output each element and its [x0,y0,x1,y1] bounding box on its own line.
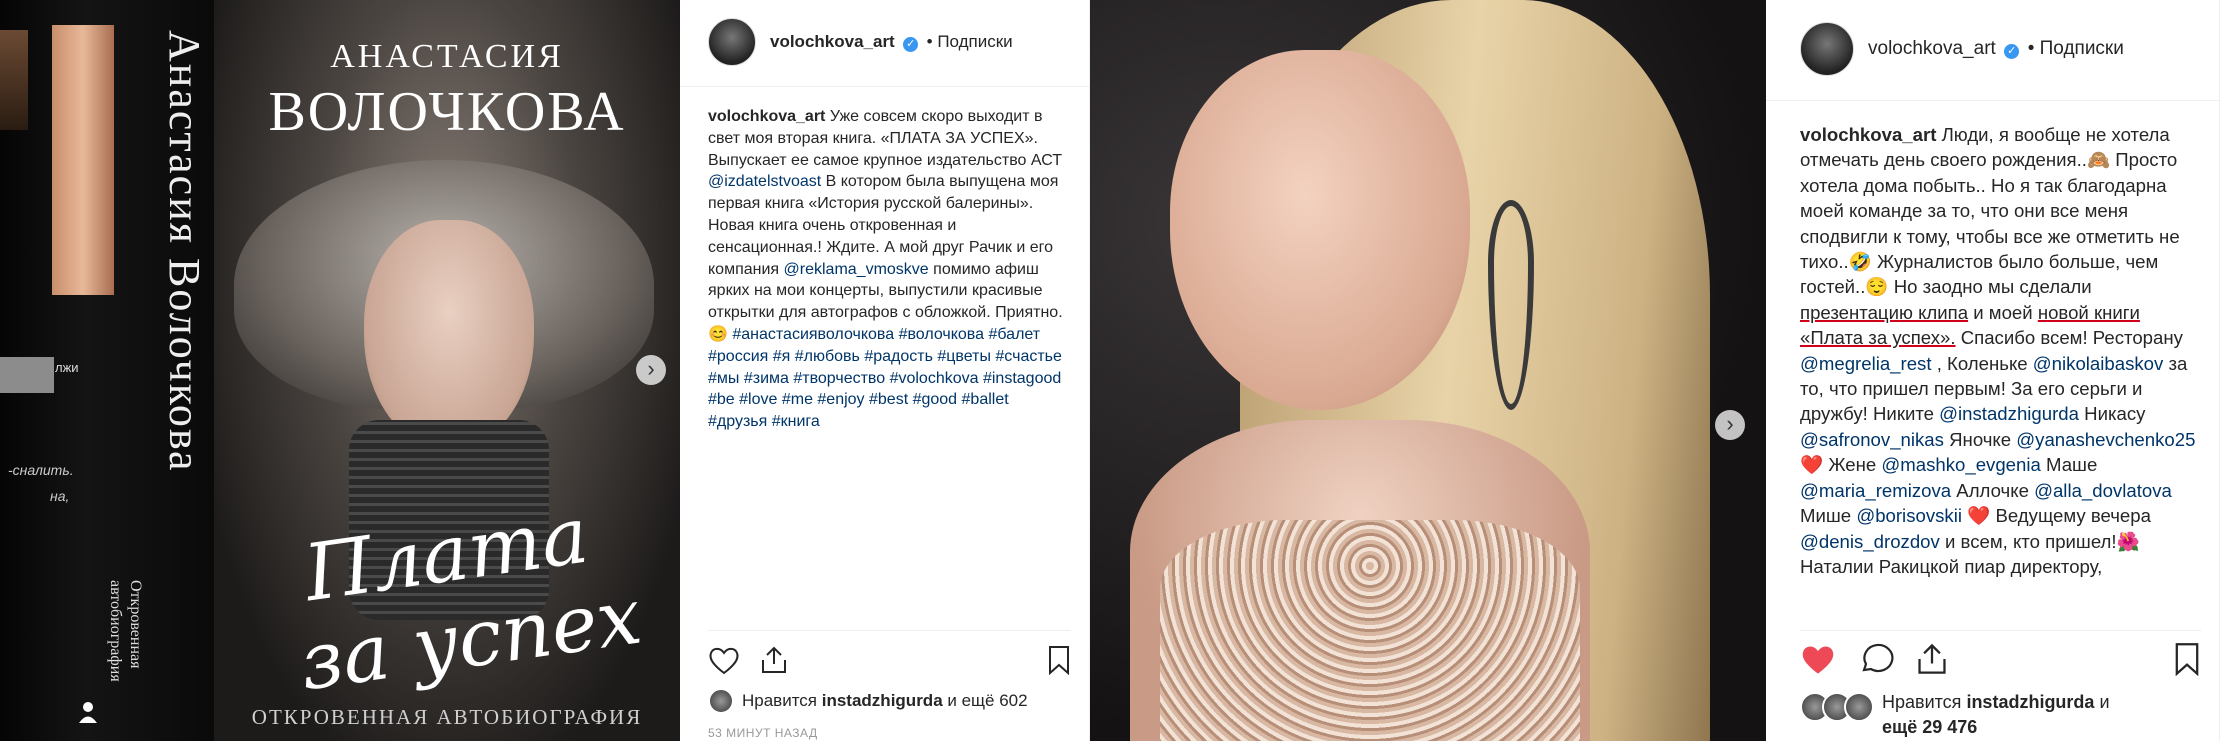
side-note: на, [50,488,70,504]
likes-count[interactable]: и ещё 602 [943,691,1027,710]
sequin-dress [1160,520,1580,741]
post-time[interactable]: 53 МИНУТ НАЗАД [708,726,818,740]
bookmark-icon[interactable] [1047,645,1071,675]
caption-text: Яночке [1943,428,2017,450]
share-icon[interactable] [1916,642,1948,676]
liker-avatar[interactable] [708,688,734,714]
mention-link[interactable]: @megrelia_rest [1800,353,1932,374]
verified-icon: ✓ [2004,44,2020,59]
likes-row: Нравится instadzhigurda и ещё 29 476 [1800,690,2110,740]
hashtags[interactable]: #анастасияволочкова #волочкова #балет #р… [708,326,1062,430]
side-text: лжи [55,360,79,375]
liker-avatar[interactable] [1844,692,1874,722]
caption-text: , Коленьке [1931,352,2033,374]
next-arrow-button[interactable]: › [636,355,666,385]
cover-subtitle: ОТКРОВЕННАЯ АВТОБИОГРАФИЯ [251,705,643,729]
mention-link[interactable]: @borisovskii [1856,505,1962,526]
mention-link[interactable]: @denis_drozdov [1800,531,1940,552]
likes-row: Нравится instadzhigurda и ещё 602 [708,688,1028,714]
bookmark-icon[interactable] [2173,642,2201,676]
user-tag-icon[interactable] [78,700,98,724]
caption: volochkova_art Уже совсем скоро выходит … [708,106,1071,486]
post1-image[interactable]: лжи -сналить. на, Анастасия Волочкова От… [0,0,680,741]
caption-underlined-text: презентацию клипа [1800,301,1969,323]
likes-prefix: Нравится [742,691,822,710]
mention-link[interactable]: @yanashevchenko25 [2016,429,2195,450]
mention-link[interactable]: @reklama_vmoskve [784,261,929,278]
mention-link[interactable]: @nikolaibaskov [2033,353,2164,374]
caption-text: ❤️ Ведущему вечера [1961,505,2151,527]
mention-link[interactable]: @instadzhigurda [1939,403,2079,424]
caption-text: Мише [1800,505,1857,527]
comment-icon[interactable] [1858,642,1894,676]
face [364,220,534,450]
follow-button[interactable]: • Подписки [2028,38,2124,59]
caption-text: Спасибо всем! Ресторану [1955,327,2183,349]
side-note: -сналить. [8,462,74,478]
avatar[interactable] [1800,22,1854,76]
action-bar [1800,642,2201,676]
next-arrow-button[interactable]: › [1715,410,1745,440]
caption-text: Люди, я вообще не хотела отмечать день с… [1800,124,2180,298]
caption-text: и моей [1968,301,2038,323]
post2-image[interactable]: › [1090,0,1766,741]
face [1170,50,1470,410]
photo-strip [52,25,114,295]
liker-username[interactable]: instadzhigurda [1966,692,2094,712]
likes-count[interactable]: ещё 29 476 [1882,717,1977,737]
mention-link[interactable]: @maria_remizova [1800,480,1951,501]
post-header: volochkova_art ✓ • Подписки [1800,22,2124,76]
divider [680,86,1089,87]
caption: volochkova_art Люди, я вообще не хотела … [1800,122,2201,627]
spine-subtitle: Откровенная автобиография [107,580,144,682]
spine-title: Анастасия Волочкова [160,30,209,473]
caption-text: Никасу [2078,403,2146,425]
likes-conj: и [2094,692,2110,712]
heart-icon[interactable] [708,645,740,675]
follow-button[interactable]: • Подписки [927,32,1013,51]
heart-filled-icon[interactable] [1800,642,1836,676]
caption-username[interactable]: volochkova_art [1800,124,1936,145]
action-bar [708,645,1071,675]
username-link[interactable]: volochkova_art [770,32,895,51]
divider [1800,630,2201,631]
share-icon[interactable] [760,645,788,675]
verified-icon: ✓ [903,37,919,52]
caption-text: Маше [2040,454,2098,476]
photo-strip [0,30,28,130]
caption-text: Аллочке [1951,479,2035,501]
mention-link[interactable]: @izdatelstvoast [708,173,821,190]
caption-text: ❤️ Жене [1800,454,1882,476]
avatar[interactable] [708,18,756,66]
divider [1766,100,2219,101]
cover-author-first: Анастасия [330,38,564,75]
caption-username[interactable]: volochkova_art [708,108,825,125]
username-link[interactable]: volochkova_art [1868,38,1996,59]
likes-prefix: Нравится [1882,692,1967,712]
post-header: volochkova_art ✓ • Подписки [708,18,1013,66]
divider [708,630,1071,631]
book-cover: Анастасия Волочкова Плата за успех ОТКРО… [214,0,680,741]
mention-link[interactable]: @mashko_evgenia [1881,454,2040,475]
mention-link[interactable]: @alla_dovlatova [2034,480,2172,501]
mention-link[interactable]: @safronov_nikas [1800,429,1944,450]
post2-sidebar: volochkova_art ✓ • Подписки volochkova_a… [1766,0,2220,741]
cover-author-last: Волочкова [268,81,626,143]
grey-bar [0,357,54,393]
liker-username[interactable]: instadzhigurda [822,691,943,710]
post1-sidebar: volochkova_art ✓ • Подписки volochkova_a… [680,0,1090,741]
